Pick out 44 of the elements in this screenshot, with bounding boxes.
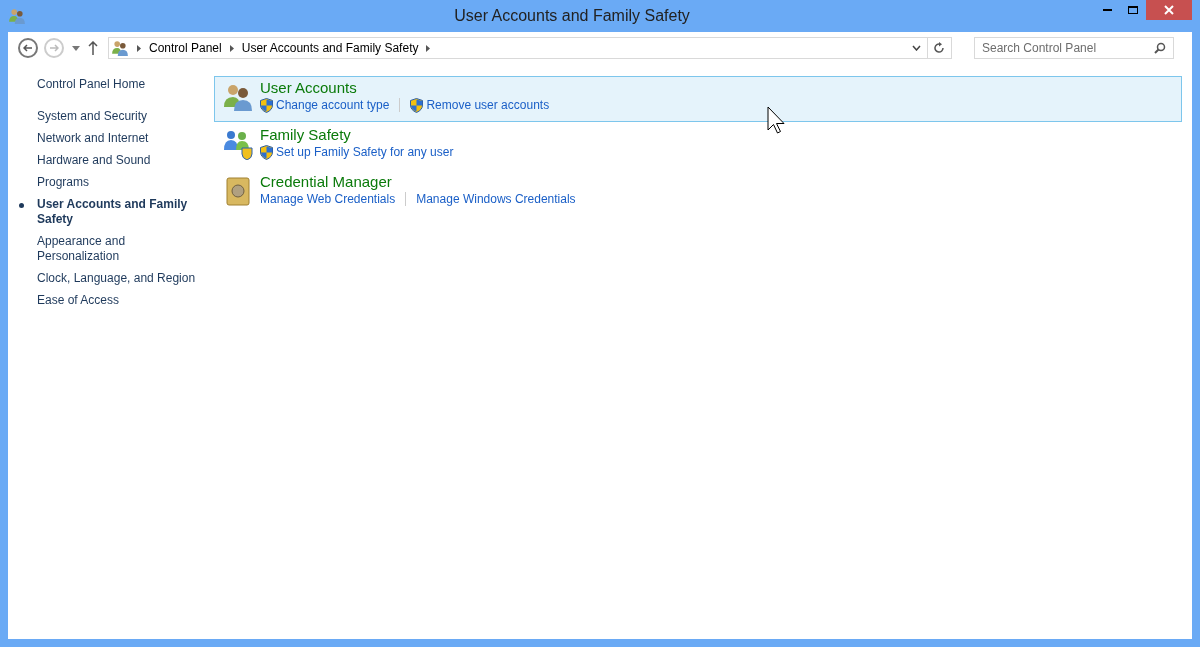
refresh-icon — [934, 42, 945, 54]
back-arrow-icon — [23, 43, 33, 53]
task-link[interactable]: Manage Windows Credentials — [416, 191, 576, 207]
task-link[interactable]: Set up Family Safety for any user — [276, 144, 454, 160]
chevron-icon[interactable] — [426, 44, 431, 52]
sidebar-item[interactable]: Clock, Language, and Region — [37, 271, 200, 286]
sidebar-item[interactable]: Appearance and Personalization — [37, 234, 200, 264]
up-arrow-icon[interactable] — [88, 41, 98, 55]
family-icon — [221, 128, 254, 160]
breadcrumb[interactable]: Control Panel — [149, 39, 222, 57]
sidebar-item[interactable]: Network and Internet — [37, 131, 200, 146]
mouse-cursor-icon — [767, 106, 785, 134]
sidebar-item[interactable]: Programs — [37, 175, 200, 190]
search-icon — [1154, 42, 1166, 54]
sidebar-item[interactable]: Hardware and Sound — [37, 153, 200, 168]
category-row[interactable]: User Accounts Change account type Remove user accounts — [214, 76, 1182, 122]
chevron-icon[interactable] — [229, 44, 234, 52]
sidebar-item[interactable]: Ease of Access — [37, 293, 200, 308]
selected-bullet-icon — [19, 203, 24, 208]
task-link[interactable]: Manage Web Credentials — [260, 191, 396, 207]
control-panel-icon — [111, 39, 129, 57]
category-row[interactable]: Credential Manager Manage Web Credentials Manage Windows Credentials — [214, 170, 1182, 216]
category-title[interactable]: Family Safety — [260, 125, 351, 144]
chevron-icon[interactable] — [137, 44, 141, 52]
dropdown-chevron-icon[interactable] — [912, 45, 921, 51]
task-link[interactable]: Remove user accounts — [426, 97, 550, 113]
forward-arrow-icon — [49, 43, 59, 53]
dropdown-caret-icon[interactable] — [72, 45, 80, 51]
category-row[interactable]: Family Safety Set up Family Safety for any user — [214, 123, 1182, 169]
control-panel-home-link[interactable]: Control Panel Home — [37, 76, 200, 92]
breadcrumb[interactable]: User Accounts and Family Safety — [241, 39, 419, 57]
sidebar-item[interactable]: User Accounts and Family Safety — [37, 197, 200, 227]
task-link[interactable]: Change account type — [276, 97, 390, 113]
address-bar[interactable]: Control Panel User Accounts and Family Safety — [108, 37, 952, 59]
search-input[interactable]: Search Control Panel — [982, 39, 1154, 57]
search-field[interactable]: Search Control Panel — [974, 37, 1174, 59]
app-icon — [8, 7, 26, 25]
category-title[interactable]: Credential Manager — [260, 172, 392, 191]
back-button[interactable] — [18, 38, 38, 58]
window-title: User Accounts and Family Safety — [454, 6, 690, 26]
category-title[interactable]: User Accounts — [260, 78, 357, 97]
sidebar-item[interactable]: System and Security — [37, 109, 200, 124]
close-button[interactable] — [1146, 0, 1192, 20]
close-icon — [1164, 5, 1174, 15]
